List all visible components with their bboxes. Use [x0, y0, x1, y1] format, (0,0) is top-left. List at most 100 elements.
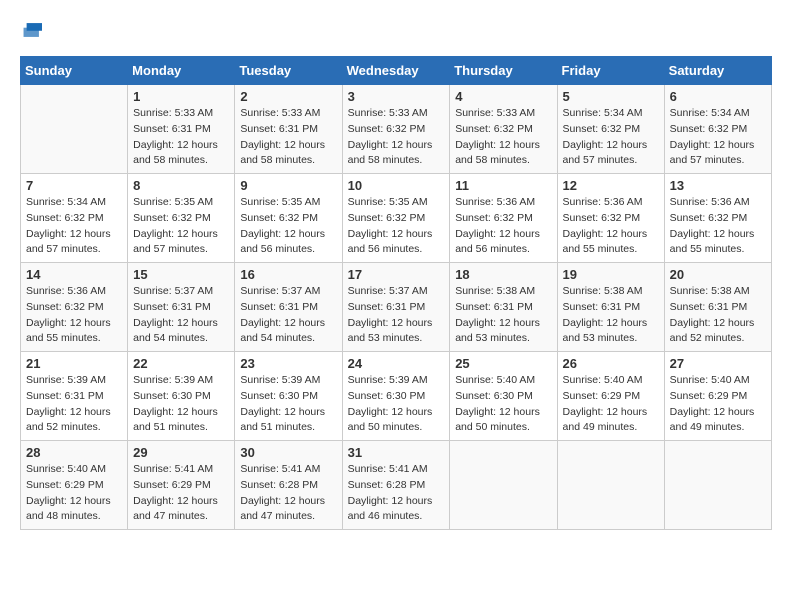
- day-number: 27: [670, 356, 766, 371]
- day-info: Sunrise: 5:36 AMSunset: 6:32 PMDaylight:…: [26, 284, 122, 347]
- calendar-cell: 13 Sunrise: 5:36 AMSunset: 6:32 PMDayligh…: [664, 174, 771, 263]
- calendar-cell: 2Sunrise: 5:33 AMSunset: 6:31 PMDaylight…: [235, 85, 342, 174]
- week-row-2: 7 Sunrise: 5:34 AMSunset: 6:32 PMDaylight…: [21, 174, 772, 263]
- day-info: Sunrise: 5:35 AMSunset: 6:32 PMDaylight:…: [348, 195, 445, 258]
- calendar-cell: 22 Sunrise: 5:39 AMSunset: 6:30 PMDayligh…: [128, 352, 235, 441]
- calendar-cell: [557, 441, 664, 530]
- calendar-cell: 21 Sunrise: 5:39 AMSunset: 6:31 PMDayligh…: [21, 352, 128, 441]
- day-number: 15: [133, 267, 229, 282]
- day-number: 17: [348, 267, 445, 282]
- calendar-cell: 12 Sunrise: 5:36 AMSunset: 6:32 PMDayligh…: [557, 174, 664, 263]
- calendar-cell: 19 Sunrise: 5:38 AMSunset: 6:31 PMDayligh…: [557, 263, 664, 352]
- day-number: 12: [563, 178, 659, 193]
- calendar-cell: 5 Sunrise: 5:34 AMSunset: 6:32 PMDaylight…: [557, 85, 664, 174]
- col-header-sunday: Sunday: [21, 57, 128, 85]
- day-info: Sunrise: 5:35 AMSunset: 6:32 PMDaylight:…: [133, 195, 229, 258]
- calendar-cell: 9Sunrise: 5:35 AMSunset: 6:32 PMDaylight…: [235, 174, 342, 263]
- week-row-5: 28Sunrise: 5:40 AMSunset: 6:29 PMDayligh…: [21, 441, 772, 530]
- week-row-4: 21 Sunrise: 5:39 AMSunset: 6:31 PMDayligh…: [21, 352, 772, 441]
- day-info: Sunrise: 5:36 AMSunset: 6:32 PMDaylight:…: [455, 195, 551, 258]
- calendar-cell: 7 Sunrise: 5:34 AMSunset: 6:32 PMDaylight…: [21, 174, 128, 263]
- logo: [20, 20, 48, 40]
- col-header-tuesday: Tuesday: [235, 57, 342, 85]
- calendar-cell: 15 Sunrise: 5:37 AMSunset: 6:31 PMDayligh…: [128, 263, 235, 352]
- calendar-cell: 24Sunrise: 5:39 AMSunset: 6:30 PMDayligh…: [342, 352, 450, 441]
- day-info: Sunrise: 5:39 AMSunset: 6:30 PMDaylight:…: [133, 373, 229, 436]
- calendar-cell: 20Sunrise: 5:38 AMSunset: 6:31 PMDayligh…: [664, 263, 771, 352]
- day-number: 13: [670, 178, 766, 193]
- day-number: 19: [563, 267, 659, 282]
- calendar-cell: 14Sunrise: 5:36 AMSunset: 6:32 PMDayligh…: [21, 263, 128, 352]
- day-number: 28: [26, 445, 122, 460]
- day-number: 31: [348, 445, 445, 460]
- calendar-cell: 11 Sunrise: 5:36 AMSunset: 6:32 PMDayligh…: [450, 174, 557, 263]
- day-number: 30: [240, 445, 336, 460]
- day-info: Sunrise: 5:37 AMSunset: 6:31 PMDaylight:…: [348, 284, 445, 347]
- day-number: 26: [563, 356, 659, 371]
- col-header-monday: Monday: [128, 57, 235, 85]
- day-info: Sunrise: 5:40 AMSunset: 6:30 PMDaylight:…: [455, 373, 551, 436]
- calendar-cell: 3 Sunrise: 5:33 AMSunset: 6:32 PMDaylight…: [342, 85, 450, 174]
- day-info: Sunrise: 5:40 AMSunset: 6:29 PMDaylight:…: [670, 373, 766, 436]
- calendar-cell: 25 Sunrise: 5:40 AMSunset: 6:30 PMDayligh…: [450, 352, 557, 441]
- day-info: Sunrise: 5:40 AMSunset: 6:29 PMDaylight:…: [563, 373, 659, 436]
- calendar-cell: 26 Sunrise: 5:40 AMSunset: 6:29 PMDayligh…: [557, 352, 664, 441]
- calendar-cell: 4 Sunrise: 5:33 AMSunset: 6:32 PMDaylight…: [450, 85, 557, 174]
- calendar-cell: 29 Sunrise: 5:41 AMSunset: 6:29 PMDayligh…: [128, 441, 235, 530]
- calendar-cell: 17 Sunrise: 5:37 AMSunset: 6:31 PMDayligh…: [342, 263, 450, 352]
- day-info: Sunrise: 5:37 AMSunset: 6:31 PMDaylight:…: [133, 284, 229, 347]
- col-header-friday: Friday: [557, 57, 664, 85]
- day-number: 8: [133, 178, 229, 193]
- day-info: Sunrise: 5:36 AMSunset: 6:32 PMDaylight:…: [670, 195, 766, 258]
- day-info: Sunrise: 5:36 AMSunset: 6:32 PMDaylight:…: [563, 195, 659, 258]
- day-number: 5: [563, 89, 659, 104]
- day-info: Sunrise: 5:34 AMSunset: 6:32 PMDaylight:…: [670, 106, 766, 169]
- calendar-cell: [21, 85, 128, 174]
- day-number: 23: [240, 356, 336, 371]
- calendar-cell: 31 Sunrise: 5:41 AMSunset: 6:28 PMDayligh…: [342, 441, 450, 530]
- day-number: 25: [455, 356, 551, 371]
- day-info: Sunrise: 5:39 AMSunset: 6:30 PMDaylight:…: [348, 373, 445, 436]
- day-number: 11: [455, 178, 551, 193]
- calendar-cell: [450, 441, 557, 530]
- calendar-cell: 18 Sunrise: 5:38 AMSunset: 6:31 PMDayligh…: [450, 263, 557, 352]
- day-number: 2: [240, 89, 336, 104]
- day-info: Sunrise: 5:38 AMSunset: 6:31 PMDaylight:…: [670, 284, 766, 347]
- day-number: 3: [348, 89, 445, 104]
- day-number: 10: [348, 178, 445, 193]
- calendar-cell: 8 Sunrise: 5:35 AMSunset: 6:32 PMDaylight…: [128, 174, 235, 263]
- day-number: 9: [240, 178, 336, 193]
- page-header: [20, 20, 772, 40]
- day-number: 18: [455, 267, 551, 282]
- day-info: Sunrise: 5:33 AMSunset: 6:31 PMDaylight:…: [133, 106, 229, 169]
- day-number: 7: [26, 178, 122, 193]
- day-info: Sunrise: 5:33 AMSunset: 6:32 PMDaylight:…: [455, 106, 551, 169]
- col-header-saturday: Saturday: [664, 57, 771, 85]
- day-number: 1: [133, 89, 229, 104]
- calendar-cell: 23Sunrise: 5:39 AMSunset: 6:30 PMDayligh…: [235, 352, 342, 441]
- calendar-cell: 1 Sunrise: 5:33 AMSunset: 6:31 PMDaylight…: [128, 85, 235, 174]
- calendar-cell: 10 Sunrise: 5:35 AMSunset: 6:32 PMDayligh…: [342, 174, 450, 263]
- day-info: Sunrise: 5:39 AMSunset: 6:31 PMDaylight:…: [26, 373, 122, 436]
- day-number: 16: [240, 267, 336, 282]
- day-info: Sunrise: 5:38 AMSunset: 6:31 PMDaylight:…: [563, 284, 659, 347]
- calendar-cell: [664, 441, 771, 530]
- calendar-cell: 27 Sunrise: 5:40 AMSunset: 6:29 PMDayligh…: [664, 352, 771, 441]
- day-info: Sunrise: 5:41 AMSunset: 6:28 PMDaylight:…: [348, 462, 445, 525]
- day-info: Sunrise: 5:41 AMSunset: 6:29 PMDaylight:…: [133, 462, 229, 525]
- day-number: 4: [455, 89, 551, 104]
- calendar-cell: 6Sunrise: 5:34 AMSunset: 6:32 PMDaylight…: [664, 85, 771, 174]
- day-info: Sunrise: 5:33 AMSunset: 6:32 PMDaylight:…: [348, 106, 445, 169]
- col-header-thursday: Thursday: [450, 57, 557, 85]
- day-number: 21: [26, 356, 122, 371]
- day-number: 22: [133, 356, 229, 371]
- day-info: Sunrise: 5:34 AMSunset: 6:32 PMDaylight:…: [26, 195, 122, 258]
- day-info: Sunrise: 5:38 AMSunset: 6:31 PMDaylight:…: [455, 284, 551, 347]
- day-number: 29: [133, 445, 229, 460]
- week-row-1: 1 Sunrise: 5:33 AMSunset: 6:31 PMDaylight…: [21, 85, 772, 174]
- day-info: Sunrise: 5:34 AMSunset: 6:32 PMDaylight:…: [563, 106, 659, 169]
- calendar-cell: 16 Sunrise: 5:37 AMSunset: 6:31 PMDayligh…: [235, 263, 342, 352]
- calendar-cell: 30Sunrise: 5:41 AMSunset: 6:28 PMDayligh…: [235, 441, 342, 530]
- day-info: Sunrise: 5:37 AMSunset: 6:31 PMDaylight:…: [240, 284, 336, 347]
- logo-icon: [20, 20, 44, 40]
